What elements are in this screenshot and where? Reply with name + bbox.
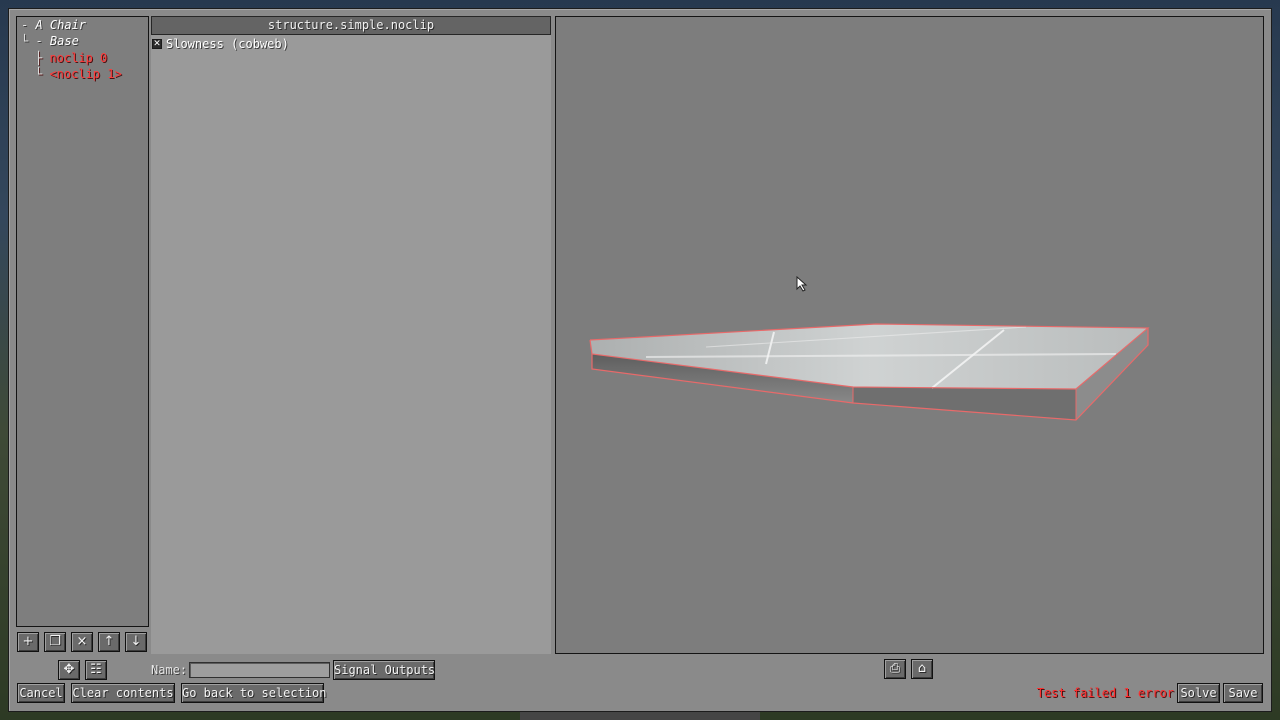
delete-button[interactable]: ×: [71, 632, 93, 652]
solve-button[interactable]: Solve: [1177, 683, 1220, 703]
tree-item-label: noclip 0: [49, 51, 108, 65]
slowness-checkbox[interactable]: ✕: [152, 39, 162, 49]
clear-contents-button[interactable]: Clear contents: [71, 683, 175, 703]
camera-button[interactable]: ⎙: [884, 659, 906, 679]
tree-item-chair[interactable]: - A Chair: [21, 17, 86, 33]
slab-front-face-right: [853, 387, 1076, 420]
tree-prefix: └ -: [21, 34, 50, 48]
structure-tree-panel: - A Chair └ - Base ├ noclip 0 └ <noclip …: [16, 16, 149, 627]
3d-preview-panel[interactable]: [555, 16, 1264, 654]
tree-prefix: └: [35, 67, 50, 81]
add-button[interactable]: +: [17, 632, 39, 652]
tree-item-noclip-1[interactable]: └ <noclip 1>: [35, 66, 122, 82]
go-back-to-selection-button[interactable]: Go back to selection: [181, 683, 327, 703]
tree-prefix: ├: [35, 51, 50, 65]
home-button[interactable]: ⌂: [911, 659, 933, 679]
test-status-text: Test failed 1 error: [1036, 686, 1174, 700]
structure-preview-render: [589, 323, 1150, 421]
move-up-button[interactable]: ↑: [98, 632, 120, 652]
tree-item-base[interactable]: └ - Base: [21, 33, 79, 49]
tree-prefix: -: [21, 18, 36, 32]
name-label: Name:: [151, 663, 188, 677]
background-strip: [520, 712, 760, 720]
cancel-button[interactable]: Cancel: [17, 683, 65, 703]
slowness-label: Slowness (cobweb): [166, 37, 289, 51]
move-tool-button[interactable]: ✥: [58, 660, 80, 680]
tree-item-label: A Chair: [35, 18, 87, 32]
tree-item-noclip-0[interactable]: ├ noclip 0: [35, 50, 107, 66]
duplicate-button[interactable]: ❐: [44, 632, 66, 652]
signal-outputs-button[interactable]: Signal Outputs: [333, 660, 435, 680]
name-input[interactable]: [189, 662, 330, 678]
structure-detail-panel: structure.simple.noclip ✕ Slowness (cobw…: [151, 16, 551, 654]
mouse-cursor-icon: [796, 276, 808, 292]
save-button[interactable]: Save: [1223, 683, 1263, 703]
tree-item-label: Base: [49, 34, 79, 48]
move-down-button[interactable]: ↓: [125, 632, 147, 652]
slowness-option[interactable]: ✕ Slowness (cobweb): [152, 37, 289, 51]
structure-type-header: structure.simple.noclip: [151, 16, 551, 35]
hierarchy-tool-button[interactable]: ☷: [85, 660, 107, 680]
tree-item-label: <noclip 1>: [49, 67, 122, 81]
